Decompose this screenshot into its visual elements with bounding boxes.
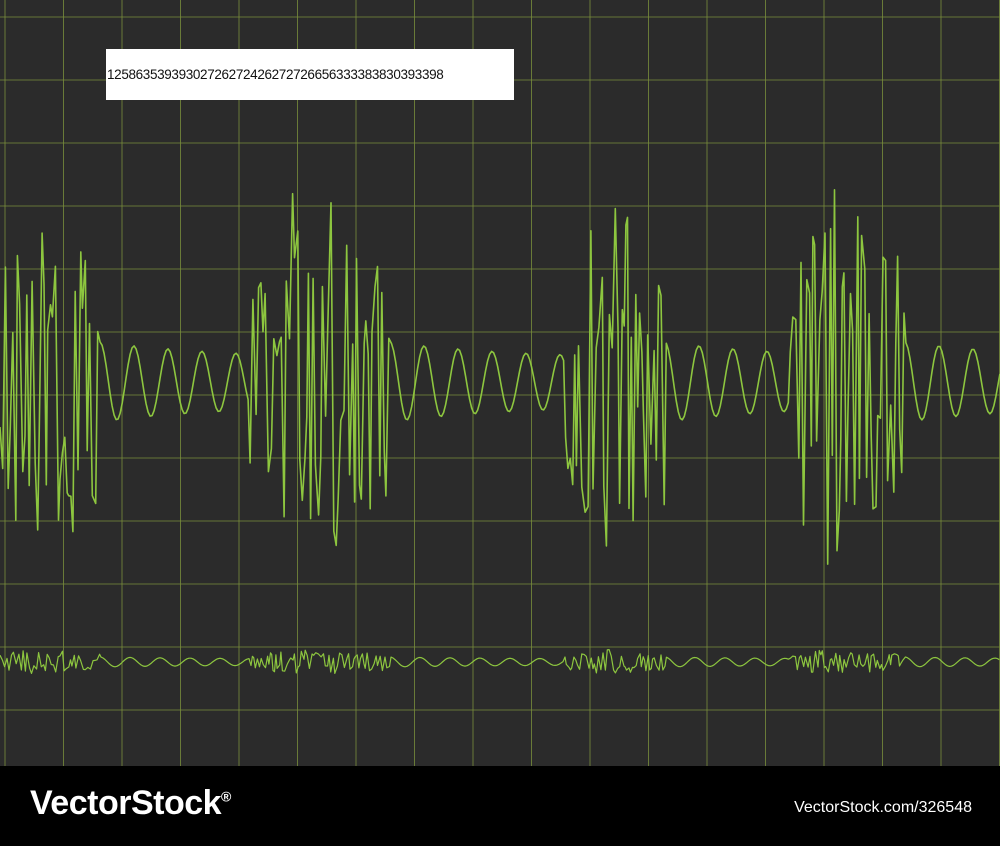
oscilloscope-screen: 1258635393930272627242627272665633338383… [0, 0, 1000, 766]
registered-mark: ® [221, 788, 231, 805]
secondary-waveform [0, 649, 1000, 674]
brand-logo: VectorStock® [30, 784, 231, 823]
main-waveform [0, 189, 1000, 565]
image-id: VectorStock.com/326548 [794, 799, 972, 816]
brand-name: VectorStock [30, 784, 222, 822]
waveform-display [0, 0, 1000, 766]
watermark-bar: VectorStock® VectorStock.com/326548 [0, 766, 1000, 846]
readout-label: 1258635393930272627242627272665633338383… [106, 49, 514, 100]
